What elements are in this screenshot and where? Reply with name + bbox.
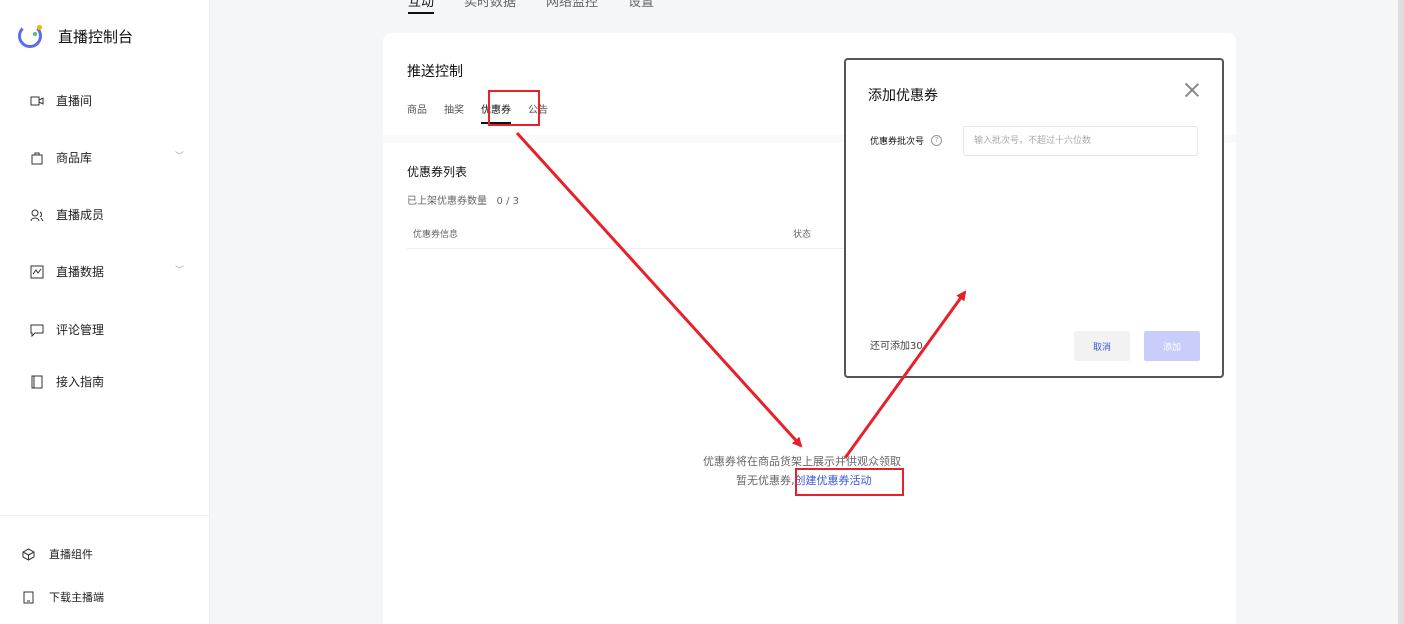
annotation-arrows: [515, 131, 967, 459]
annotation-arrow-to-dialog: [843, 290, 967, 459]
page-scrollbar[interactable]: [1398, 0, 1404, 624]
annotation-arrow-to-link: [515, 131, 803, 448]
